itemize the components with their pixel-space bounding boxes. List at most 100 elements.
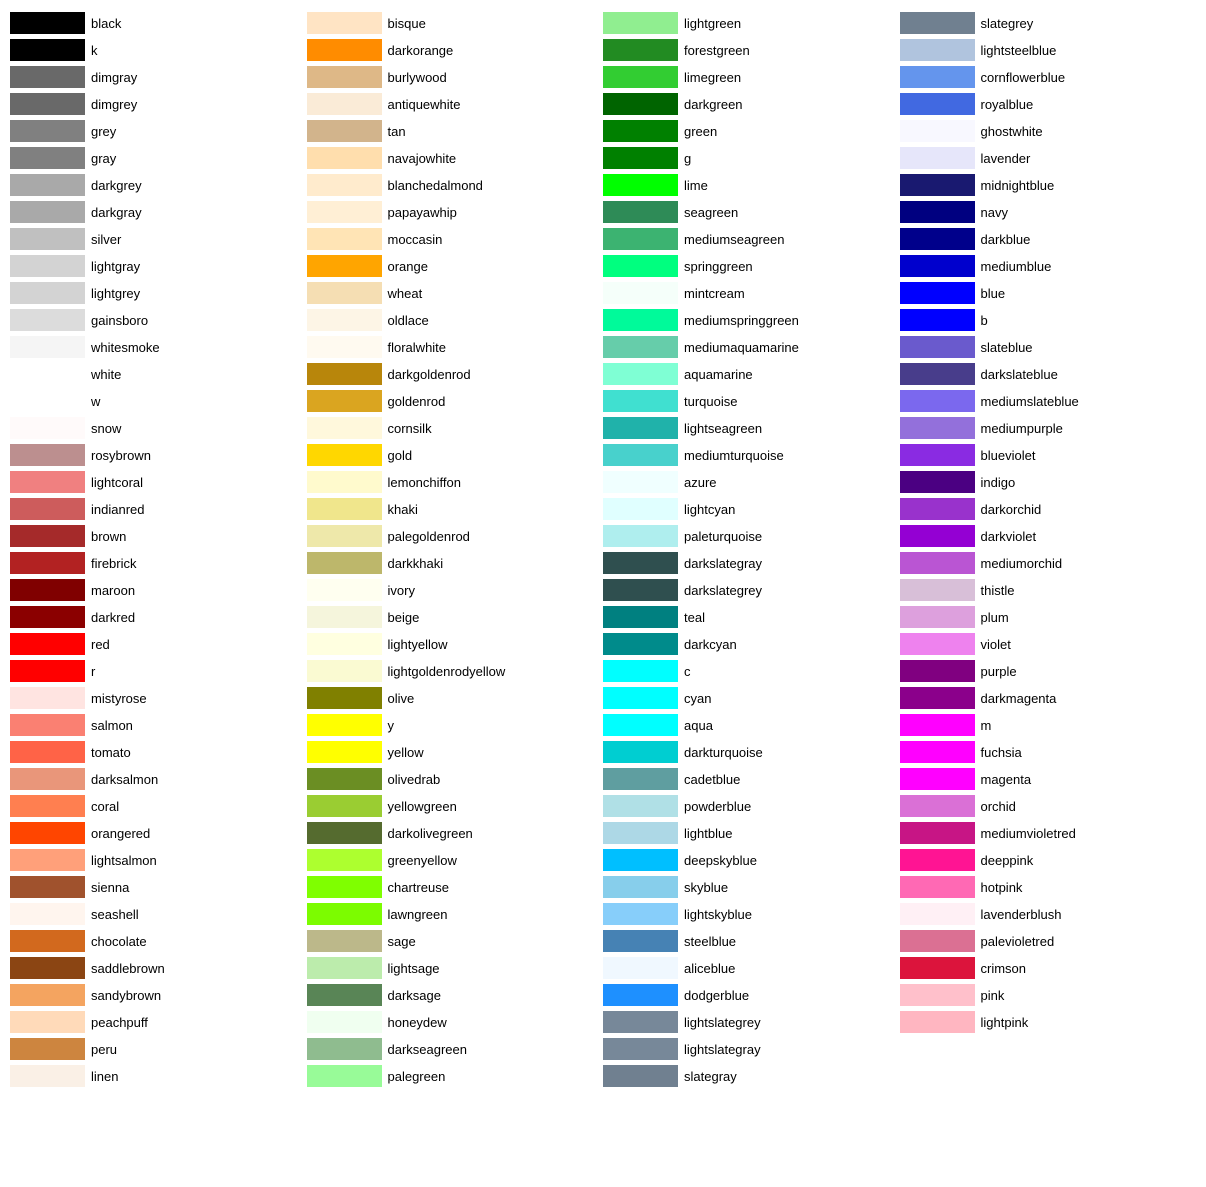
color-name-label: seagreen — [684, 205, 738, 220]
color-swatch — [900, 714, 975, 736]
color-name-label: linen — [91, 1069, 118, 1084]
color-name-label: sage — [388, 934, 416, 949]
color-swatch — [307, 822, 382, 844]
color-item: sandybrown — [10, 982, 307, 1008]
color-item: darkgray — [10, 199, 307, 225]
color-name-label: lightgoldenrodyellow — [388, 664, 506, 679]
color-item: purple — [900, 658, 1197, 684]
color-name-label: darkorange — [388, 43, 454, 58]
color-item: coral — [10, 793, 307, 819]
color-swatch — [10, 201, 85, 223]
color-name-label: mediumorchid — [981, 556, 1063, 571]
color-item: midnightblue — [900, 172, 1197, 198]
color-name-label: peru — [91, 1042, 117, 1057]
color-name-label: slategray — [684, 1069, 737, 1084]
color-swatch — [10, 714, 85, 736]
color-item: hotpink — [900, 874, 1197, 900]
color-item: slategray — [603, 1063, 900, 1089]
color-swatch — [900, 822, 975, 844]
color-swatch — [307, 309, 382, 331]
color-name-label: beige — [388, 610, 420, 625]
color-name-label: mistyrose — [91, 691, 147, 706]
color-swatch — [307, 606, 382, 628]
color-swatch — [307, 552, 382, 574]
color-swatch — [603, 120, 678, 142]
color-name-label: lavenderblush — [981, 907, 1062, 922]
color-item: tan — [307, 118, 604, 144]
color-name-label: darkslategrey — [684, 583, 762, 598]
color-item: green — [603, 118, 900, 144]
color-name-label: deepskyblue — [684, 853, 757, 868]
color-item: teal — [603, 604, 900, 630]
color-item: slateblue — [900, 334, 1197, 360]
color-name-label: fuchsia — [981, 745, 1022, 760]
color-swatch — [603, 876, 678, 898]
color-swatch — [900, 147, 975, 169]
color-item: grey — [10, 118, 307, 144]
color-name-label: aqua — [684, 718, 713, 733]
color-item: darkgrey — [10, 172, 307, 198]
color-item: r — [10, 658, 307, 684]
color-name-label: paleturquoise — [684, 529, 762, 544]
color-swatch — [10, 849, 85, 871]
color-swatch — [900, 201, 975, 223]
color-item: mediumseagreen — [603, 226, 900, 252]
color-item: mediumaquamarine — [603, 334, 900, 360]
color-swatch — [10, 903, 85, 925]
color-item: ivory — [307, 577, 604, 603]
color-item: mediumorchid — [900, 550, 1197, 576]
color-item: khaki — [307, 496, 604, 522]
color-item: royalblue — [900, 91, 1197, 117]
color-swatch — [307, 1038, 382, 1060]
color-swatch — [603, 255, 678, 277]
color-item: cornflowerblue — [900, 64, 1197, 90]
color-name-label: floralwhite — [388, 340, 447, 355]
color-item: y — [307, 712, 604, 738]
color-item: orangered — [10, 820, 307, 846]
color-swatch — [900, 552, 975, 574]
color-swatch — [900, 660, 975, 682]
color-swatch — [900, 471, 975, 493]
color-swatch — [307, 174, 382, 196]
color-name-label: mediumblue — [981, 259, 1052, 274]
color-name-label: mediumspringgreen — [684, 313, 799, 328]
color-name-label: blueviolet — [981, 448, 1036, 463]
color-item: pink — [900, 982, 1197, 1008]
color-item: plum — [900, 604, 1197, 630]
color-swatch — [900, 741, 975, 763]
color-swatch — [900, 903, 975, 925]
color-swatch — [900, 93, 975, 115]
color-name-label: gainsboro — [91, 313, 148, 328]
color-swatch — [900, 309, 975, 331]
color-item: thistle — [900, 577, 1197, 603]
color-item: sage — [307, 928, 604, 954]
color-name-label: mediumpurple — [981, 421, 1063, 436]
color-swatch — [603, 957, 678, 979]
color-item: lightslategrey — [603, 1009, 900, 1035]
color-name-label: bisque — [388, 16, 426, 31]
color-swatch — [307, 714, 382, 736]
color-swatch — [307, 903, 382, 925]
color-name-label: darkgoldenrod — [388, 367, 471, 382]
color-name-label: grey — [91, 124, 116, 139]
color-name-label: antiquewhite — [388, 97, 461, 112]
color-name-label: magenta — [981, 772, 1032, 787]
color-swatch — [603, 903, 678, 925]
color-swatch — [603, 1011, 678, 1033]
color-swatch — [10, 471, 85, 493]
color-name-label: indianred — [91, 502, 145, 517]
color-swatch — [900, 525, 975, 547]
color-swatch — [603, 1038, 678, 1060]
color-item: floralwhite — [307, 334, 604, 360]
color-swatch — [10, 309, 85, 331]
color-name-label: g — [684, 151, 691, 166]
color-item: linen — [10, 1063, 307, 1089]
color-item: darksalmon — [10, 766, 307, 792]
color-name-label: lightsteelblue — [981, 43, 1057, 58]
color-swatch — [10, 444, 85, 466]
color-item: crimson — [900, 955, 1197, 981]
color-item: darkmagenta — [900, 685, 1197, 711]
color-name-label: olivedrab — [388, 772, 441, 787]
color-swatch — [307, 228, 382, 250]
color-name-label: dodgerblue — [684, 988, 749, 1003]
